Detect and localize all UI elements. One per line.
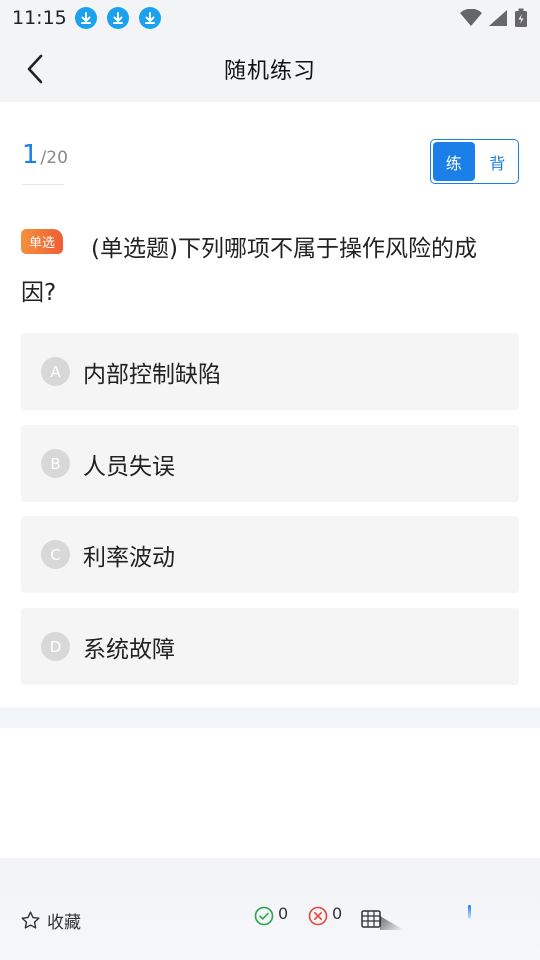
download-icon xyxy=(106,7,129,29)
progress-underline xyxy=(22,184,64,185)
back-button[interactable] xyxy=(18,52,52,86)
answer-card-button[interactable] xyxy=(361,910,381,932)
option-text: 系统故障 xyxy=(83,636,175,663)
status-icons xyxy=(460,8,528,28)
chevron-left-icon xyxy=(27,54,43,84)
option-letter: D xyxy=(41,632,70,661)
x-circle-icon xyxy=(308,906,328,926)
download-icon xyxy=(138,7,161,29)
question-text: (单选题)下列哪项不属于操作风险的成因? xyxy=(21,236,477,306)
option-text: 人员失误 xyxy=(83,453,175,480)
download-icon xyxy=(74,7,97,29)
practice-mode-button[interactable]: 练 xyxy=(433,142,475,181)
progress-total: 20 xyxy=(46,148,68,168)
favorite-button[interactable]: 收藏 xyxy=(20,908,81,933)
question-progress: 1 / 20 xyxy=(22,140,68,170)
option-letter: A xyxy=(41,357,70,386)
question-type-badge: 单选 xyxy=(21,229,63,254)
star-outline-icon xyxy=(21,911,40,929)
nav-bar: 随机练习 xyxy=(0,36,540,102)
battery-icon xyxy=(515,8,527,27)
wrong-stat: 0 xyxy=(308,903,343,926)
option-d[interactable]: D 系统故障 xyxy=(21,608,519,685)
progress-current: 1 xyxy=(22,140,39,170)
option-text: 利率波动 xyxy=(83,544,175,571)
option-text: 内部控制缺陷 xyxy=(83,361,221,388)
wifi-icon xyxy=(460,9,482,26)
check-circle-icon xyxy=(254,906,274,926)
signal-icon xyxy=(489,10,507,26)
status-time: 11:15 xyxy=(12,7,67,29)
option-b[interactable]: B 人员失误 xyxy=(21,425,519,502)
option-a[interactable]: A 内部控制缺陷 xyxy=(21,333,519,410)
section-divider xyxy=(0,707,540,728)
page-title: 随机练习 xyxy=(223,59,316,84)
favorite-label: 收藏 xyxy=(47,913,81,933)
status-bar: 11:15 xyxy=(0,0,540,36)
option-letter: B xyxy=(41,449,70,478)
mode-toggle: 练 背 xyxy=(430,139,519,184)
wrong-count: 0 xyxy=(332,903,343,923)
recite-mode-button[interactable]: 背 xyxy=(477,140,519,183)
loading-indicator xyxy=(468,905,471,919)
option-c[interactable]: C 利率波动 xyxy=(21,516,519,593)
grid-icon xyxy=(361,910,381,928)
correct-stat: 0 xyxy=(254,903,289,926)
option-letter: C xyxy=(41,540,70,569)
correct-count: 0 xyxy=(278,903,289,923)
